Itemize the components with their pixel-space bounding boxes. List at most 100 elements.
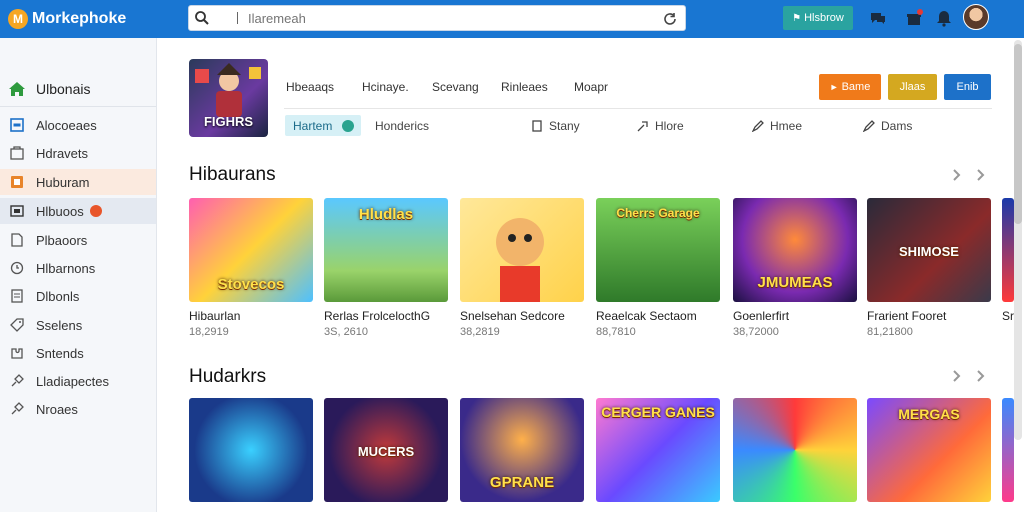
game-card[interactable]	[1002, 198, 1014, 302]
search-input[interactable]	[248, 10, 648, 26]
subtab-4[interactable]: Hmee	[751, 119, 802, 133]
card-art-label: MERGAS	[898, 406, 960, 422]
card-art-label: JMUMEAS	[757, 274, 833, 291]
sidebar-item-1[interactable]: Alocoeaes	[0, 112, 156, 138]
sidebar-item-label: Sntends	[36, 345, 84, 361]
tab-1[interactable]: Hbeaaqs	[286, 80, 334, 94]
card-meta: 81,21800	[867, 326, 913, 338]
game-card[interactable]: Stovecos	[189, 198, 313, 302]
card-title[interactable]: Reaelcak Sectaom	[596, 309, 697, 323]
history-button[interactable]: ⚑ Hlsbrow	[783, 6, 853, 30]
sidebar-item-label: Dlbonls	[36, 288, 80, 304]
header-divider	[284, 108, 992, 109]
scrollbar-thumb[interactable]	[1014, 44, 1022, 224]
featured-game-thumbnail[interactable]: FIGHRS	[189, 59, 268, 137]
game-card[interactable]: SHIMOSE	[867, 198, 991, 302]
card-art-label: Stovecos	[217, 276, 285, 293]
game-card[interactable]: Hludlas	[324, 198, 448, 302]
sidebar-item-2[interactable]: Hdravets	[0, 140, 156, 166]
sidebar-item-label: Hlbarnons	[36, 260, 96, 276]
sidebar-item-home[interactable]: Ulbonais	[0, 76, 156, 102]
chat-icon[interactable]	[868, 8, 888, 28]
game-card[interactable]	[189, 398, 313, 502]
play-icon: ►	[829, 82, 839, 92]
sidebar-item-5[interactable]: Plbaoors	[0, 227, 156, 253]
section-title: Hibaurans	[189, 164, 276, 185]
sidebar-item-label: Ulbonais	[36, 81, 91, 97]
sidebar-item-label: Huburam	[36, 174, 90, 190]
game-card[interactable]	[1002, 398, 1014, 502]
sidebar-item-9[interactable]: Sntends	[0, 340, 156, 366]
filter-pill-active[interactable]: Hartem	[285, 115, 361, 136]
game-card[interactable]	[733, 398, 857, 502]
game-card[interactable]: MUCERS	[324, 398, 448, 502]
share-icon	[636, 119, 650, 133]
card-meta: 3S, 2610	[324, 326, 369, 338]
thumbnail-label: FIGHRS	[203, 114, 254, 129]
chevron-left-icon[interactable]	[949, 168, 963, 182]
card-meta: 38,72000	[733, 326, 779, 338]
card-meta: 38,2819	[460, 326, 500, 338]
action-label: Bame	[841, 81, 871, 93]
card-title[interactable]: Snelsehan Sedcore	[460, 309, 565, 323]
card-art-label: GPRANE	[489, 474, 555, 491]
chevron-left-icon[interactable]	[949, 369, 963, 383]
sidebar-item-7[interactable]: Dlbonls	[0, 283, 156, 309]
game-card[interactable]: MERGAS	[867, 398, 991, 502]
refresh-icon[interactable]	[661, 10, 679, 28]
pencil-icon	[751, 119, 765, 133]
game-card[interactable]: CERGER GANES	[596, 398, 720, 502]
game-card[interactable]: JMUMEAS	[733, 198, 857, 302]
game-card[interactable]: GPRANE	[460, 398, 584, 502]
tab-3[interactable]: Scevang	[432, 80, 479, 94]
game-card[interactable]	[460, 198, 584, 302]
sidebar-item-3[interactable]: Huburam	[0, 169, 156, 195]
sidebar-item-label: Plbaoors	[36, 232, 88, 248]
card-title[interactable]: Hibaurlan	[189, 309, 240, 323]
chevron-right-icon[interactable]	[973, 369, 987, 383]
chevron-right-icon[interactable]	[973, 168, 987, 182]
subtab-label: Stany	[549, 119, 580, 133]
subtab-1[interactable]: Honderics	[375, 119, 429, 133]
tab-5[interactable]: Moapr	[574, 80, 608, 94]
sidebar-item-label: Sselens	[36, 317, 83, 333]
puzzle-icon	[8, 344, 26, 362]
tab-4[interactable]: Rinleaes	[501, 80, 548, 94]
game-card[interactable]: Cherrs Garage	[596, 198, 720, 302]
card-title[interactable]: Sr	[1002, 309, 1014, 323]
subtab-2[interactable]: Stany	[530, 119, 580, 133]
action-button-1[interactable]: ► Bame	[819, 74, 881, 100]
sidebar-item-6[interactable]: Hlbarnons	[0, 255, 156, 281]
card-title[interactable]: Frarient Fooret	[867, 309, 946, 323]
user-avatar[interactable]	[963, 4, 989, 30]
card-title[interactable]: Rerlas FrolcelocthG	[324, 309, 430, 323]
doc-icon	[8, 287, 26, 305]
sidebar-item-4[interactable]: Hlbuoos	[0, 198, 156, 224]
subtab-5[interactable]: Dams	[862, 119, 912, 133]
history-button-label: Hlsbrow	[804, 12, 844, 24]
tab-2[interactable]: Hcinaye.	[362, 80, 409, 94]
subtab-3[interactable]: Hlore	[636, 119, 684, 133]
card-art-label: Cherrs Garage	[616, 206, 700, 220]
action-button-3[interactable]: Enib	[944, 74, 991, 100]
sidebar-item-10[interactable]: Lladiapectes	[0, 368, 156, 394]
sidebar-divider	[0, 106, 156, 107]
search-bar[interactable]	[188, 5, 686, 31]
sidebar-item-label: Nroaes	[36, 401, 78, 417]
bell-icon[interactable]	[934, 8, 954, 28]
brand[interactable]: M Morkephoke	[8, 9, 178, 29]
search-icon[interactable]	[189, 5, 215, 31]
action-button-2[interactable]: Jlaas	[888, 74, 937, 100]
card-title[interactable]: Goenlerfirt	[733, 309, 789, 323]
sidebar-item-8[interactable]: Sselens	[0, 312, 156, 338]
tag-icon	[8, 316, 26, 334]
app-name: Morkephoke	[32, 10, 127, 27]
bookmark-icon	[530, 119, 544, 133]
sidebar-item-11[interactable]: Nroaes	[0, 396, 156, 422]
card-art-label: Hludlas	[358, 206, 414, 223]
subtab-label: Hlore	[655, 119, 684, 133]
gift-icon[interactable]	[904, 8, 924, 28]
section-title: Hudarkrs	[189, 366, 267, 387]
pill-label: Hartem	[293, 118, 333, 133]
action-label: Enib	[956, 81, 979, 93]
